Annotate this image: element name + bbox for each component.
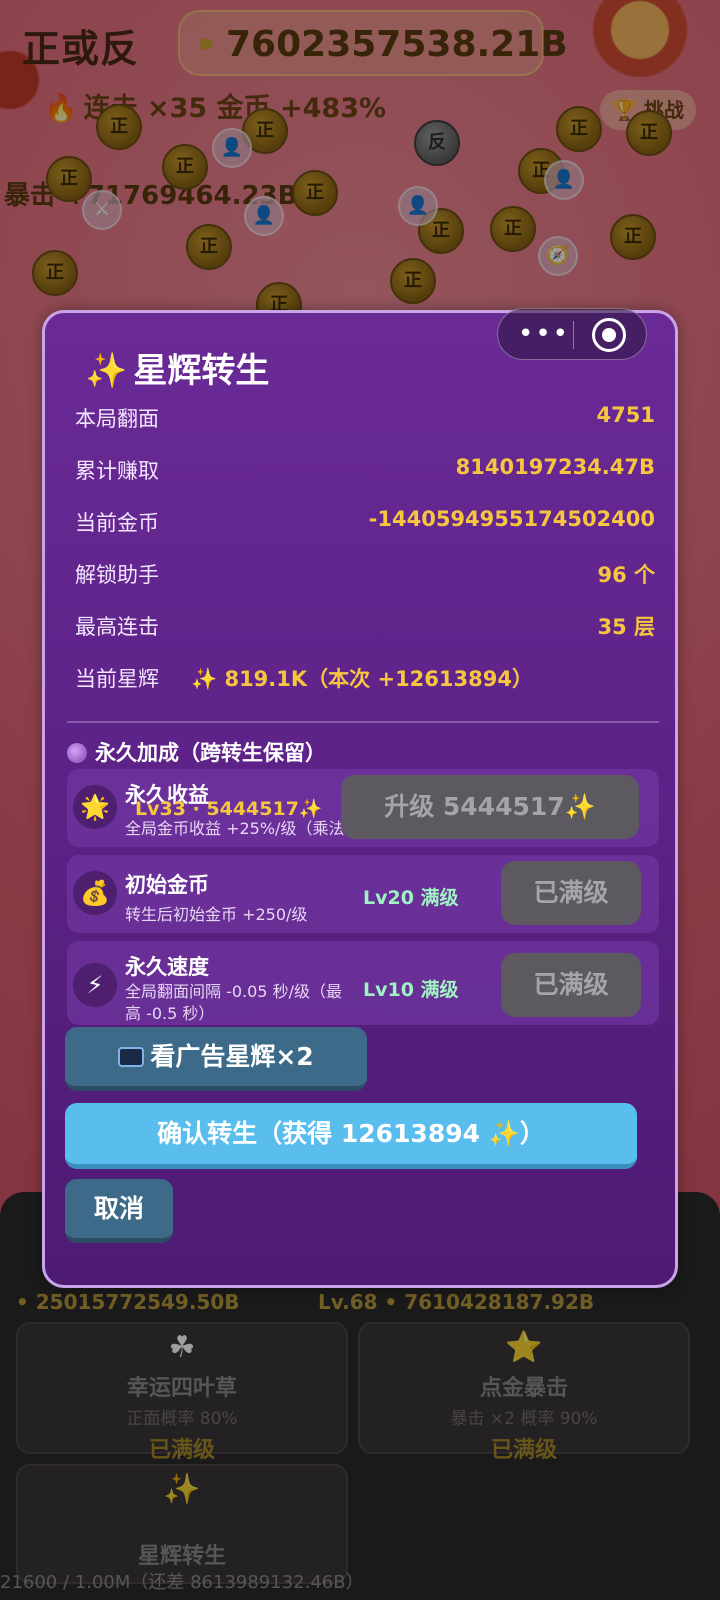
- cancel-button[interactable]: 取消: [65, 1179, 173, 1243]
- stat-label: 当前星辉: [75, 667, 159, 691]
- stat-label: 最高连击: [75, 615, 159, 639]
- stat-value: 35 层: [597, 615, 655, 639]
- tv-icon: [118, 1047, 145, 1067]
- dialog-title-text: 星辉转生: [133, 351, 270, 391]
- stat-label: 解锁助手: [75, 563, 159, 587]
- sparkles-icon: ✨: [85, 351, 128, 391]
- watch-ad-button[interactable]: 看广告星辉×2: [65, 1027, 367, 1091]
- stat-helpers: 解锁助手 96 个: [75, 555, 655, 595]
- stat-max-combo: 最高连击 35 层: [75, 607, 655, 647]
- perm-desc: 转生后初始金币 +250/级: [125, 905, 308, 924]
- upgrade-income-button[interactable]: 升级 5444517✨: [341, 775, 639, 839]
- divider: [67, 721, 659, 723]
- stat-current-coins: 当前金币 -1440594955174502400: [75, 503, 655, 543]
- close-miniprogram-icon[interactable]: [592, 318, 626, 352]
- lightning-icon: ⚡: [73, 963, 117, 1007]
- miniprogram-capsule: •••: [497, 308, 647, 360]
- divider: [573, 321, 574, 349]
- sun-icon: 🌟: [73, 785, 117, 829]
- stat-value: 8140197234.47B: [455, 455, 655, 479]
- perm-upgrade-start-coins: 💰 初始金币 转生后初始金币 +250/级 Lv20 满级 已满级: [67, 855, 659, 933]
- stat-label: 累计赚取: [75, 459, 159, 483]
- stat-flips: 本局翻面 4751: [75, 399, 655, 439]
- confirm-rebirth-button[interactable]: 确认转生（获得 12613894 ✨）: [65, 1103, 637, 1169]
- perm-level: Lv20 满级: [363, 887, 459, 909]
- stat-value: ✨ 819.1K（本次 +12613894）: [191, 667, 533, 691]
- permanent-bonus-header: 永久加成（跨转生保留）: [67, 737, 326, 767]
- stat-value: 4751: [596, 403, 655, 427]
- watch-ad-label: 看广告星辉×2: [150, 1042, 314, 1071]
- maxed-button[interactable]: 已满级: [501, 953, 641, 1017]
- stat-value: -1440594955174502400: [368, 507, 655, 531]
- rebirth-dialog: ✨ 星辉转生 本局翻面 4751 累计赚取 8140197234.47B 当前金币…: [42, 310, 678, 1288]
- more-options-icon[interactable]: •••: [518, 319, 568, 349]
- perm-desc: 全局翻面间隔 -0.05 秒/级（最高 -0.5 秒）: [125, 982, 342, 1023]
- stat-value: 96 个: [597, 563, 655, 587]
- maxed-button[interactable]: 已满级: [501, 861, 641, 925]
- permanent-bonus-title: 永久加成（跨转生保留）: [95, 741, 326, 765]
- dialog-title: ✨ 星辉转生: [85, 343, 269, 392]
- crystal-ball-icon: [67, 743, 87, 763]
- perm-name: 初始金币: [125, 873, 209, 897]
- stat-label: 当前金币: [75, 511, 159, 535]
- stat-stardust: 当前星辉 ✨ 819.1K（本次 +12613894）: [75, 659, 655, 699]
- stat-total-earned: 累计赚取 8140197234.47B: [75, 451, 655, 491]
- perm-upgrade-speed: ⚡ 永久速度 全局翻面间隔 -0.05 秒/级（最高 -0.5 秒） Lv10 …: [67, 941, 659, 1025]
- money-bag-icon: 💰: [73, 871, 117, 915]
- perm-upgrade-income: 🌟 永久收益 Lv33 · 5444517✨ 全局金币收益 +25%/级（乘法 …: [67, 769, 659, 847]
- perm-name: 永久速度: [125, 955, 209, 979]
- perm-desc: 全局金币收益 +25%/级（乘法: [125, 819, 345, 838]
- perm-level: Lv10 满级: [363, 979, 459, 1001]
- stat-label: 本局翻面: [75, 407, 159, 431]
